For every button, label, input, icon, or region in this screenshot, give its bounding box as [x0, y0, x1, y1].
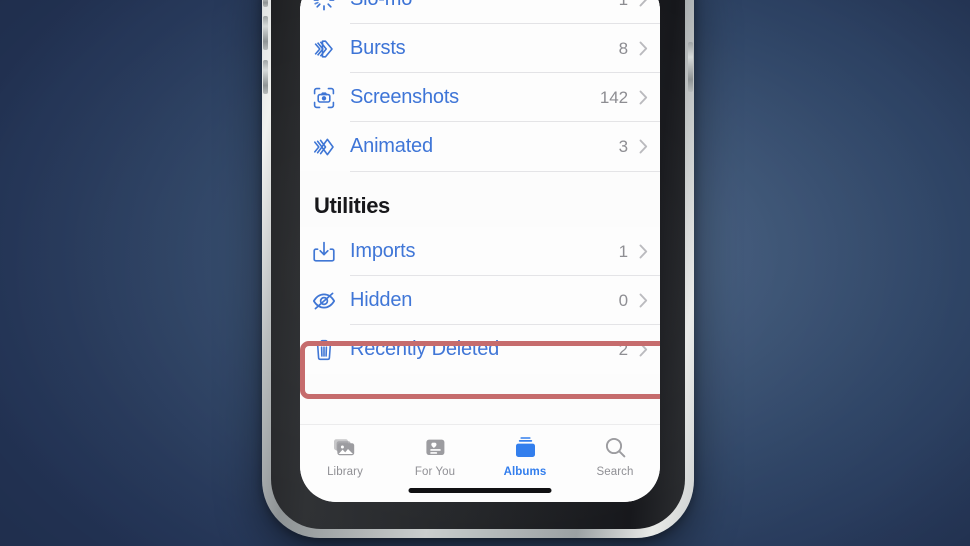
screenshot-icon [312, 86, 350, 110]
import-icon [312, 240, 350, 264]
tab-label: Search [596, 466, 634, 478]
list-item-count: 3 [618, 136, 628, 156]
list-item-label: Recently Deleted [350, 338, 500, 360]
home-indicator[interactable] [408, 488, 552, 493]
list-item-animated[interactable]: Animated 3 [300, 122, 660, 171]
tab-library[interactable]: Library [300, 434, 390, 478]
chevron-right-icon [638, 244, 648, 260]
albums-icon [513, 434, 538, 461]
ring-switch-button[interactable] [263, 60, 268, 94]
chevron-right-icon [638, 41, 648, 57]
chevron-right-icon [638, 293, 648, 309]
tab-bar[interactable]: Library For You Albums Search [300, 424, 660, 502]
animated-icon [312, 135, 350, 159]
volume-up-button[interactable] [263, 0, 268, 7]
list-item-hidden[interactable]: Hidden 0 [300, 276, 660, 325]
scene-backdrop: Slo-mo 1 [0, 0, 970, 546]
tab-label: For You [414, 466, 456, 478]
list-item-count: 142 [599, 87, 628, 107]
slomo-icon [312, 0, 350, 12]
trash-icon [312, 338, 350, 362]
tab-albums[interactable]: Albums [480, 434, 570, 478]
tab-for-you[interactable]: For You [390, 434, 480, 478]
albums-list[interactable]: Slo-mo 1 [300, 0, 660, 424]
volume-down-button[interactable] [263, 16, 268, 50]
list-item-count: 0 [618, 290, 628, 310]
chevron-right-icon [638, 0, 648, 8]
list-item-label: Slo-mo [350, 0, 619, 11]
device-bezel: Slo-mo 1 [271, 0, 685, 529]
iphone-device-frame: Slo-mo 1 [262, 0, 694, 538]
section-header-utilities: Utilities [300, 193, 660, 227]
section-top-rule [350, 171, 660, 172]
tab-label: Albums [503, 466, 547, 478]
for-you-icon [423, 434, 448, 461]
list-item-label: Screenshots [350, 86, 459, 108]
tab-search[interactable]: Search [570, 434, 660, 478]
chevron-right-icon [638, 90, 648, 106]
section-divider [300, 171, 660, 193]
list-item-label: Imports [350, 240, 416, 262]
list-item-screenshots[interactable]: Screenshots 142 [300, 73, 660, 122]
library-icon [333, 434, 358, 461]
search-icon [603, 434, 628, 461]
chevron-right-icon [638, 342, 648, 358]
list-item-count: 1 [619, 0, 628, 10]
list-item-label: Animated [350, 135, 433, 157]
tab-label: Library [327, 466, 363, 478]
list-item-label: Bursts [350, 37, 406, 59]
list-item-recently-deleted[interactable]: Recently Deleted 2 [300, 325, 660, 374]
list-item-count: 8 [618, 38, 628, 58]
list-item-count: 1 [618, 241, 628, 261]
list-item-bursts[interactable]: Bursts 8 [300, 24, 660, 73]
bursts-icon [312, 37, 350, 61]
chevron-right-icon [638, 139, 648, 155]
device-screen: Slo-mo 1 [300, 0, 660, 502]
power-button[interactable] [688, 42, 693, 92]
list-item-count: 2 [618, 339, 628, 359]
list-item-slomo[interactable]: Slo-mo 1 [300, 0, 660, 24]
list-item-imports[interactable]: Imports 1 [300, 227, 660, 276]
hidden-eye-icon [312, 289, 350, 313]
list-item-label: Hidden [350, 289, 413, 311]
